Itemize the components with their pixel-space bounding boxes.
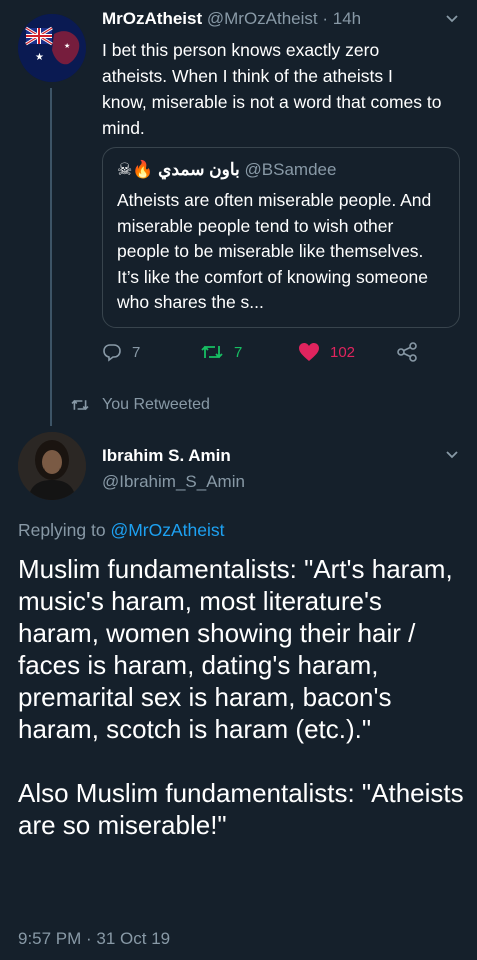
quoted-tweet-header: ☠🔥 باون سمدي @BSamdee xyxy=(117,160,336,180)
retweet-notice-label: You Retweeted xyxy=(102,396,210,413)
reply-icon xyxy=(103,344,121,362)
svg-text:★: ★ xyxy=(64,42,70,50)
chevron-down-icon[interactable] xyxy=(444,10,460,31)
retweet-small-icon xyxy=(71,399,89,411)
quoted-author-name: باون سمدي xyxy=(158,160,240,179)
tweet-text: Muslim fundamentalists: "Art's haram, mu… xyxy=(18,554,464,840)
thread-line xyxy=(50,88,52,426)
share-button[interactable] xyxy=(396,342,418,362)
reply-count: 7 xyxy=(132,343,141,361)
tweet-author-name[interactable]: MrOzAtheist xyxy=(102,9,202,28)
share-icon xyxy=(397,342,417,362)
avatar[interactable]: ★ ★ xyxy=(18,14,86,82)
tweet-author-handle[interactable]: @MrOzAtheist xyxy=(207,9,318,28)
tweet-timestamp[interactable]: 9:57 PM · 31 Oct 19 xyxy=(18,929,170,949)
heart-icon xyxy=(299,343,319,361)
replying-to-label: Replying to xyxy=(18,520,106,540)
quoted-author-handle: @BSamdee xyxy=(244,160,337,179)
like-count: 102 xyxy=(330,343,356,361)
replying-to-link[interactable]: @MrOzAtheist xyxy=(110,520,224,540)
quoted-author-emoji: ☠🔥 xyxy=(117,160,154,179)
like-button[interactable]: 102 xyxy=(298,342,355,362)
avatar[interactable] xyxy=(18,432,86,500)
tweet-header: MrOzAtheist @MrOzAtheist · 14h xyxy=(102,9,361,29)
tweet-author-handle[interactable]: @Ibrahim_S_Amin xyxy=(102,472,245,492)
profile-photo-icon xyxy=(18,432,86,500)
svg-text:★: ★ xyxy=(35,52,44,63)
retweet-icon xyxy=(201,345,223,359)
quoted-tweet[interactable]: ☠🔥 باون سمدي @BSamdee Atheists are often… xyxy=(102,147,460,328)
replying-to: Replying to @MrOzAtheist xyxy=(18,520,224,541)
australian-flag-avatar-icon: ★ ★ xyxy=(18,14,86,82)
chevron-down-icon[interactable] xyxy=(444,446,460,467)
tweet-author-name[interactable]: Ibrahim S. Amin xyxy=(102,446,231,466)
quoted-tweet-text: Atheists are often miserable people. And… xyxy=(117,190,432,312)
retweet-notice: You Retweeted xyxy=(70,396,210,414)
tweet-time[interactable]: · 14h xyxy=(322,9,361,28)
retweet-button[interactable]: 7 xyxy=(200,342,242,362)
retweet-count: 7 xyxy=(234,343,243,361)
tweet-text: I bet this person knows exactly zero ath… xyxy=(102,40,442,138)
reply-button[interactable]: 7 xyxy=(102,342,140,362)
